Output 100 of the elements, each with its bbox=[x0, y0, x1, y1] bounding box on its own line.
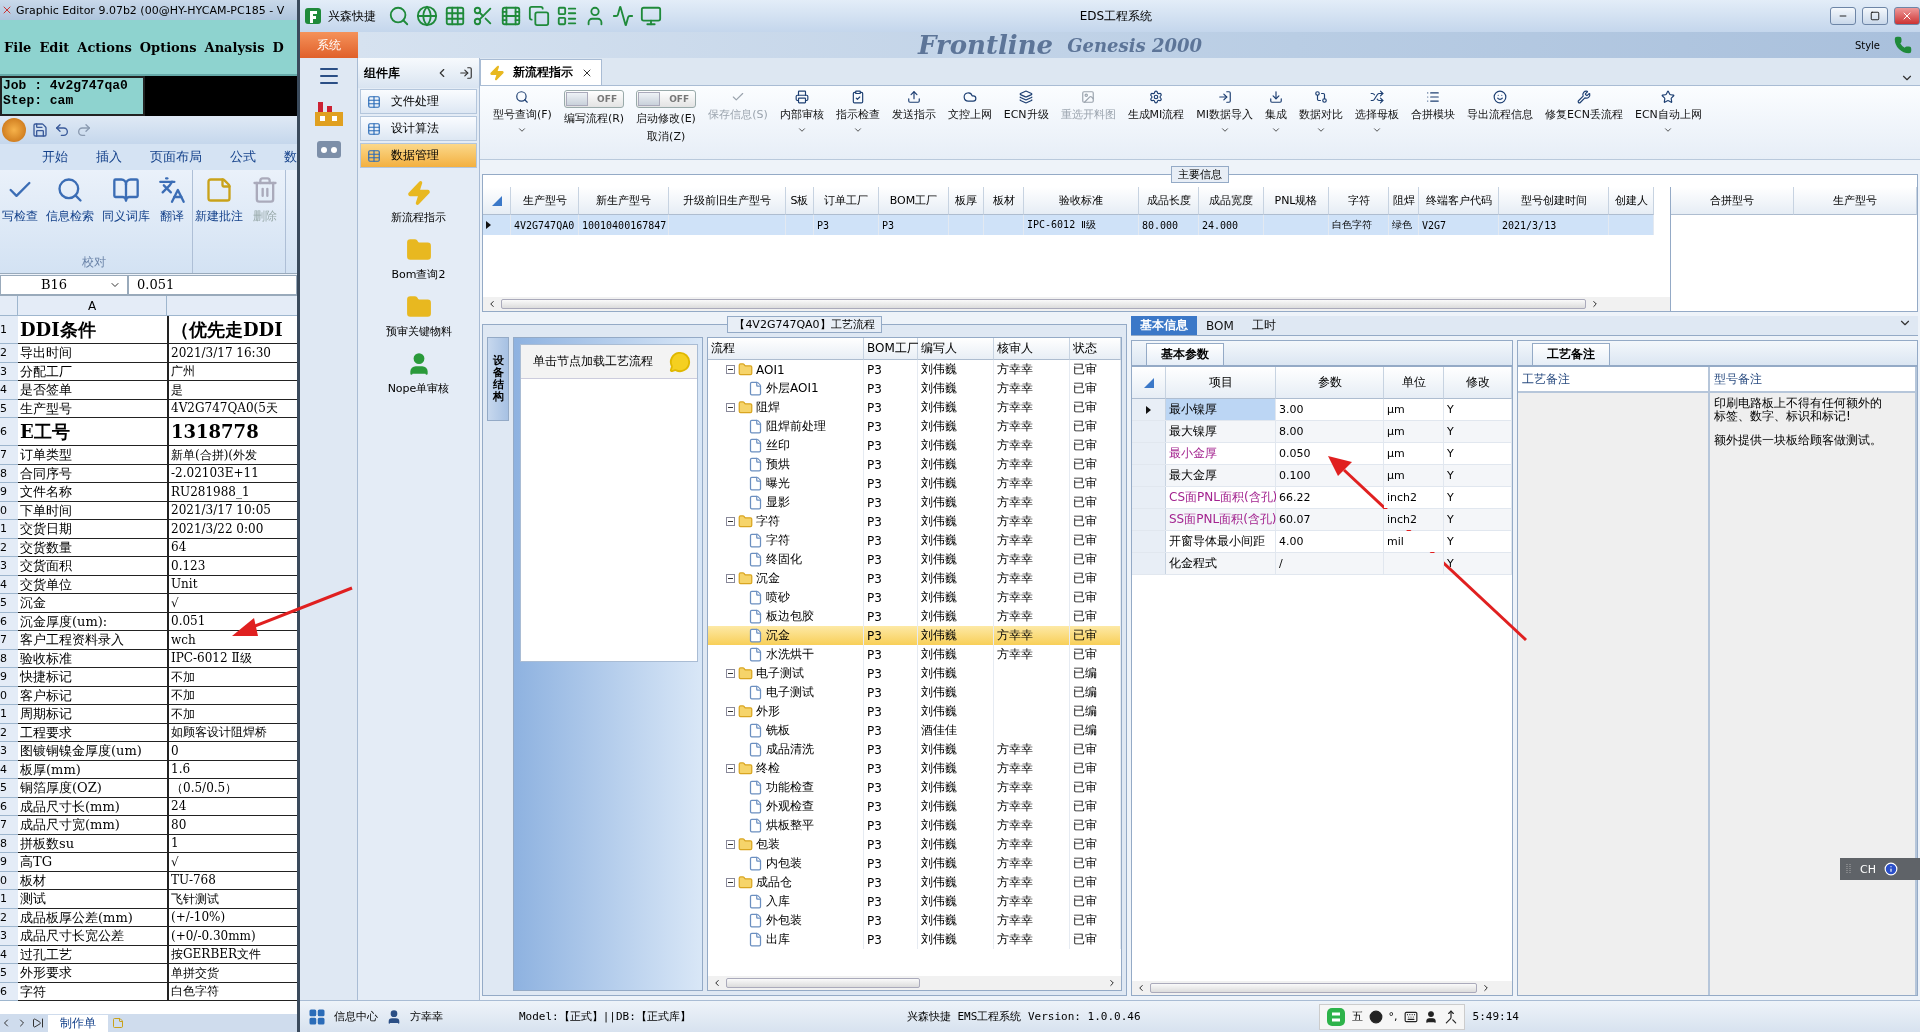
ribbon-tab[interactable]: 公式 bbox=[230, 148, 256, 166]
sheet-cell[interactable]: 交货日期 bbox=[18, 520, 167, 539]
tool-button[interactable]: 新流程指示 bbox=[358, 179, 479, 226]
table-cell[interactable]: 60.07 bbox=[1276, 509, 1384, 530]
name-box[interactable]: B16 bbox=[0, 274, 128, 295]
ribbon-tab[interactable]: 数 bbox=[284, 148, 297, 166]
column-header[interactable]: 成品长度 bbox=[1139, 187, 1199, 215]
save-icon[interactable] bbox=[32, 122, 48, 138]
sheet-cell[interactable]: 订单类型 bbox=[18, 446, 167, 465]
sheet-cell[interactable]: 工程要求 bbox=[18, 723, 167, 742]
sheet-cell[interactable]: 下单时间 bbox=[18, 501, 167, 520]
toolbar-button[interactable]: 合拼模块 bbox=[1406, 90, 1461, 122]
film-icon[interactable] bbox=[500, 5, 522, 27]
scroll-right-icon[interactable] bbox=[1107, 978, 1117, 988]
column-header[interactable]: 成品宽度 bbox=[1199, 187, 1264, 215]
sheet-cell[interactable]: 交货数量 bbox=[18, 538, 167, 557]
table-row[interactable]: 最大金厚 0.100 μm Y bbox=[1132, 465, 1512, 487]
side-tab[interactable]: 设备结构 bbox=[487, 337, 509, 421]
sheet-cell[interactable]: 成品尺寸长(mm) bbox=[18, 797, 167, 816]
copy-icon[interactable] bbox=[528, 5, 550, 27]
sheet-cell[interactable]: 成品尺寸长宽公差 bbox=[18, 927, 167, 946]
tab[interactable]: BOM bbox=[1197, 316, 1243, 335]
search-icon[interactable] bbox=[388, 5, 410, 27]
tab[interactable]: 基本信息 bbox=[1131, 316, 1197, 335]
menu-item[interactable]: File bbox=[4, 39, 32, 55]
sheet-cell[interactable]: 周期标记 bbox=[18, 705, 167, 724]
library-item[interactable]: 文件处理 bbox=[360, 89, 477, 114]
document-tab[interactable]: 新流程指示 bbox=[480, 59, 602, 85]
toolbar-button[interactable]: 导出流程信息 bbox=[1462, 90, 1539, 122]
column-header[interactable]: 创建人 bbox=[1609, 187, 1654, 215]
ribbon-button[interactable]: 新建批注 bbox=[193, 174, 245, 271]
sheet-cell[interactable]: 字符 bbox=[18, 982, 167, 1001]
toolbar-button[interactable]: 数据对比 bbox=[1294, 90, 1349, 135]
column-header[interactable]: 验收标准 bbox=[1024, 187, 1139, 215]
sheet-cell[interactable]: 铜箔厚度(OZ) bbox=[18, 779, 167, 798]
table-row[interactable]: 化金程式 / Y bbox=[1132, 553, 1512, 575]
toolbar-button[interactable]: 型号查询(F) bbox=[488, 90, 557, 135]
sheet-cell[interactable]: 测试 bbox=[18, 890, 167, 909]
sheet-cell[interactable]: 是否签单 bbox=[18, 381, 167, 400]
sheet-cell[interactable]: 客户标记 bbox=[18, 686, 167, 705]
column-header[interactable]: 板材 bbox=[984, 187, 1024, 215]
expander-icon[interactable] bbox=[726, 669, 735, 678]
tab[interactable]: 工时 bbox=[1242, 316, 1285, 335]
column-header[interactable]: 字符 bbox=[1329, 187, 1389, 215]
library-item[interactable]: 设计算法 bbox=[360, 116, 477, 141]
grid-icon[interactable] bbox=[444, 5, 466, 27]
toolbar-button[interactable]: 生成MI流程 bbox=[1122, 90, 1190, 122]
sheet-cell[interactable]: 沉金 bbox=[18, 594, 167, 613]
column-header[interactable]: 型号创建时间 bbox=[1499, 187, 1609, 215]
expander-icon[interactable] bbox=[726, 574, 735, 583]
panel-tab[interactable]: 基本参数 bbox=[1146, 343, 1224, 365]
toolbar-button[interactable]: 选择母板 bbox=[1350, 90, 1405, 135]
column-header[interactable]: 参数 bbox=[1276, 367, 1384, 399]
toolbar-button[interactable]: 文控上网 bbox=[942, 90, 997, 122]
menu-item[interactable]: Actions bbox=[77, 39, 132, 55]
tool-button[interactable]: Bom查询2 bbox=[358, 236, 479, 283]
column-header[interactable]: 升级前旧生产型号 bbox=[669, 187, 786, 215]
sheet-tab[interactable]: 制作单 bbox=[48, 1014, 108, 1032]
table-cell[interactable]: 8.00 bbox=[1276, 421, 1384, 442]
menu-item[interactable]: Edit bbox=[39, 39, 70, 55]
sheet-cell[interactable]: 高TG bbox=[18, 853, 167, 872]
expander-icon[interactable] bbox=[726, 878, 735, 887]
column-header[interactable]: BOM工厂 bbox=[879, 187, 949, 215]
column-header[interactable]: 编写人 bbox=[918, 338, 994, 360]
ribbon-button[interactable]: 同义词库 bbox=[100, 174, 152, 254]
sheet-cell[interactable]: 导出时间 bbox=[18, 344, 167, 363]
table-cell[interactable]: 0.050 bbox=[1276, 443, 1384, 464]
sheet-cell[interactable]: 快捷标记 bbox=[18, 668, 167, 687]
expander-icon[interactable] bbox=[726, 840, 735, 849]
column-header[interactable]: PNL规格 bbox=[1264, 187, 1329, 215]
maximize-button[interactable] bbox=[1862, 7, 1888, 25]
column-header[interactable]: S板 bbox=[786, 187, 814, 215]
sheet-cell[interactable]: 图镀铜镍金厚度(um) bbox=[18, 742, 167, 761]
windows-icon[interactable] bbox=[308, 1007, 326, 1026]
info-icon[interactable] bbox=[1883, 862, 1898, 876]
sheet-cell[interactable]: 外形要求 bbox=[18, 964, 167, 983]
sheet-cell[interactable]: 板厚(mm) bbox=[18, 760, 167, 779]
column-header[interactable]: 合拼型号 bbox=[1671, 187, 1794, 215]
ribbon-tab[interactable]: 页面布局 bbox=[150, 148, 202, 166]
sheet-cell[interactable]: 拼板数su bbox=[18, 834, 167, 853]
table-cell[interactable]: 3.00 bbox=[1276, 399, 1384, 420]
sheet-cell[interactable]: 沉金厚度(um): bbox=[18, 612, 167, 631]
toolbar-button[interactable]: ECN升级 bbox=[998, 90, 1054, 122]
menu-item[interactable]: D bbox=[272, 39, 284, 55]
formula-field[interactable]: 0.051 bbox=[128, 274, 297, 295]
table-row[interactable]: 最小镍厚 3.00 μm Y bbox=[1132, 399, 1512, 421]
info-center-link[interactable]: 信息中心 bbox=[334, 1009, 378, 1024]
ribbon-tab[interactable]: 插入 bbox=[96, 148, 122, 166]
sheet-cell[interactable]: 成品板厚公差(mm) bbox=[18, 908, 167, 927]
menu-item[interactable]: Analysis bbox=[204, 39, 265, 55]
toggle-button[interactable]: OFF 编写流程(R) bbox=[558, 90, 630, 126]
table-cell[interactable]: 4.00 bbox=[1276, 531, 1384, 552]
sheet-cell[interactable]: DDI条件 bbox=[18, 316, 167, 344]
expander-icon[interactable] bbox=[726, 517, 735, 526]
tool-button[interactable]: 预审关键物料 bbox=[358, 293, 479, 340]
toggle-button[interactable]: OFF 启动修改(E) 取消(Z) bbox=[631, 90, 702, 144]
style-menu[interactable]: Style bbox=[1854, 39, 1880, 51]
toolbar-button[interactable]: 指示检查 bbox=[830, 90, 885, 135]
ribbon-button[interactable]: 写检查 bbox=[0, 174, 40, 254]
table-cell[interactable]: 66.22 bbox=[1276, 487, 1384, 508]
